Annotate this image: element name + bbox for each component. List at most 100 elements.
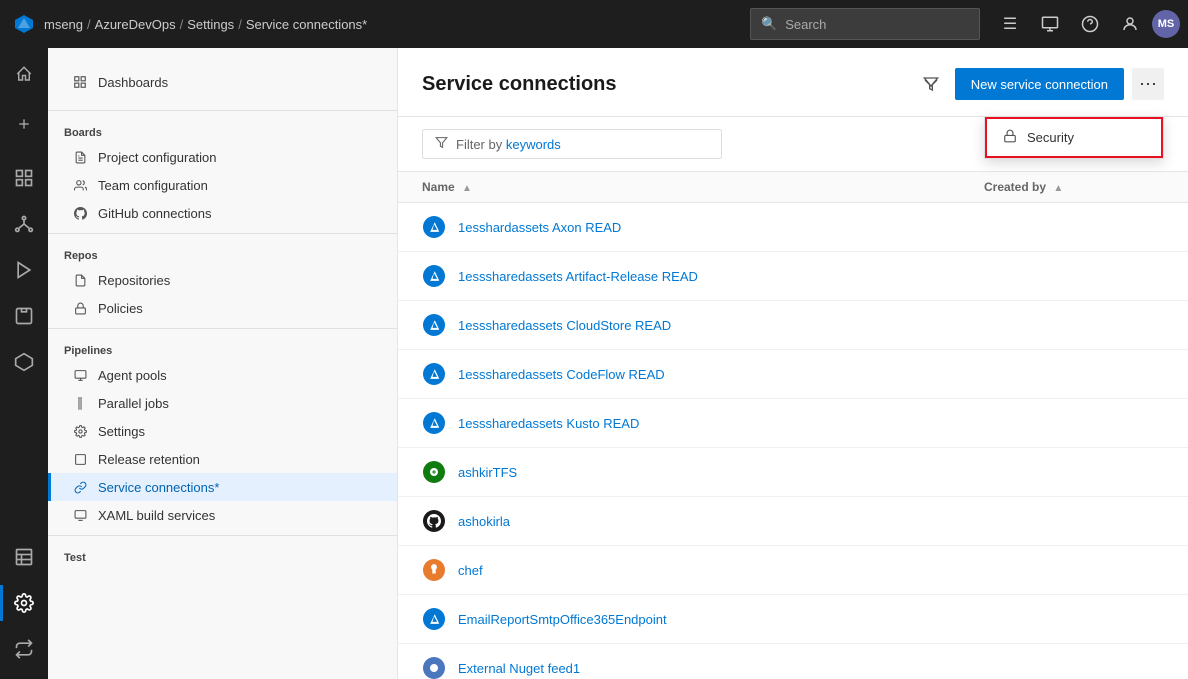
table-header: Name ▲ Created by ▲	[398, 172, 1188, 203]
conn-icon-5	[422, 460, 446, 484]
agent-pools-label: Agent pools	[98, 368, 167, 383]
conn-item-4[interactable]: 1esssharedassets Kusto READ	[398, 399, 1188, 448]
filter-button[interactable]	[915, 68, 947, 100]
connection-list: 1esshardassets Axon READ 1esssharedasset…	[398, 203, 1188, 679]
filter-input[interactable]: Filter by keywords	[422, 129, 722, 159]
sidebar-item-service-connections[interactable]: Service connections*	[48, 473, 397, 501]
help-icon[interactable]	[1072, 6, 1108, 42]
rail-boards[interactable]	[0, 156, 48, 200]
rail-settings[interactable]	[0, 581, 48, 625]
page-title: Service connections	[422, 73, 617, 96]
sidebar-item-project-configuration[interactable]: Project configuration	[48, 143, 397, 171]
app-logo[interactable]	[8, 0, 40, 48]
sidebar-divider-3	[48, 535, 397, 536]
lock-icon	[1003, 129, 1017, 146]
rail-home[interactable]	[0, 52, 48, 96]
conn-item-9[interactable]: External Nuget feed1	[398, 644, 1188, 679]
sidebar-item-settings[interactable]: Settings	[48, 417, 397, 445]
breadcrumb-azuredevops[interactable]: AzureDevOps	[95, 17, 176, 32]
project-configuration-label: Project configuration	[98, 150, 217, 165]
conn-name-2: 1esssharedassets CloudStore READ	[458, 318, 1164, 333]
dashboards-icon	[72, 74, 88, 90]
conn-item-5[interactable]: ashkirTFS	[398, 448, 1188, 497]
policies-icon	[72, 300, 88, 316]
new-service-connection-button[interactable]: New service connection	[955, 68, 1124, 100]
rail-reports[interactable]	[0, 535, 48, 579]
rail-pipelines[interactable]	[0, 248, 48, 292]
parallel-jobs-label: Parallel jobs	[98, 396, 169, 411]
pipelines-section-title: Pipelines	[48, 335, 397, 361]
sidebar-item-release-retention[interactable]: Release retention	[48, 445, 397, 473]
search-placeholder-text: Search	[785, 17, 826, 32]
conn-icon-4	[422, 411, 446, 435]
repositories-label: Repositories	[98, 273, 170, 288]
repos-icon	[72, 272, 88, 288]
search-bar[interactable]: 🔍 Search	[750, 8, 980, 40]
breadcrumb-service-connections[interactable]: Service connections*	[246, 17, 367, 32]
conn-name-6: ashokirla	[458, 514, 1164, 529]
conn-item-6[interactable]: ashokirla	[398, 497, 1188, 546]
conn-name-1: 1esssharedassets Artifact-Release READ	[458, 269, 1164, 284]
main-content: Service connections New service connecti…	[398, 48, 1188, 679]
conn-item-1[interactable]: 1esssharedassets Artifact-Release READ	[398, 252, 1188, 301]
pipelines-rail-icon	[13, 259, 35, 281]
sidebar-item-github-connections[interactable]: GitHub connections	[48, 199, 397, 227]
sidebar-divider-1	[48, 233, 397, 234]
agent-pools-icon	[72, 367, 88, 383]
settings-label: Settings	[98, 424, 145, 439]
sidebar-divider-top	[48, 110, 397, 111]
artifacts-rail-icon	[13, 351, 35, 373]
conn-name-5: ashkirTFS	[458, 465, 1164, 480]
parallel-jobs-icon: ∥	[72, 395, 88, 411]
breadcrumb-mseng[interactable]: mseng	[44, 17, 83, 32]
security-menu-item[interactable]: Security	[985, 117, 1163, 158]
notifications-icon[interactable]: ☰	[992, 6, 1028, 42]
conn-icon-6	[422, 509, 446, 533]
topbar: mseng / AzureDevOps / Settings / Service…	[0, 0, 1188, 48]
sidebar-item-dashboards[interactable]: Dashboards	[64, 68, 381, 96]
header-actions: New service connection ⋯	[915, 68, 1164, 100]
conn-item-2[interactable]: 1esssharedassets CloudStore READ	[398, 301, 1188, 350]
reports-rail-icon	[13, 546, 35, 568]
conn-name-8: EmailReportSmtpOffice365Endpoint	[458, 612, 1164, 627]
security-label: Security	[1027, 130, 1074, 145]
sidebar-item-team-configuration[interactable]: Team configuration	[48, 171, 397, 199]
layout: Dashboards Boards Project configuration	[0, 48, 1188, 679]
rail-add[interactable]	[0, 102, 48, 146]
avatar[interactable]: MS	[1152, 10, 1180, 38]
test-section-title: Test	[48, 542, 397, 568]
conn-item-8[interactable]: EmailReportSmtpOffice365Endpoint	[398, 595, 1188, 644]
sidebar-dashboards-label: Dashboards	[98, 75, 168, 90]
rail-testplans[interactable]	[0, 294, 48, 338]
breadcrumb-settings[interactable]: Settings	[187, 17, 234, 32]
more-options-button[interactable]: ⋯	[1132, 68, 1164, 100]
conn-icon-9	[422, 656, 446, 679]
conn-item-0[interactable]: 1esshardassets Axon READ	[398, 203, 1188, 252]
team-configuration-label: Team configuration	[98, 178, 208, 193]
team-config-icon	[72, 177, 88, 193]
testplans-rail-icon	[13, 305, 35, 327]
sidebar-item-parallel-jobs[interactable]: ∥ Parallel jobs	[48, 389, 397, 417]
service-connections-label: Service connections*	[98, 480, 219, 495]
sidebar-item-policies[interactable]: Policies	[48, 294, 397, 322]
policies-label: Policies	[98, 301, 143, 316]
basket-icon[interactable]	[1032, 6, 1068, 42]
rail-bottom[interactable]	[0, 627, 48, 671]
rail-repos[interactable]	[0, 202, 48, 246]
rail-artifacts[interactable]	[0, 340, 48, 384]
sidebar-item-repositories[interactable]: Repositories	[48, 266, 397, 294]
sidebar-divider-2	[48, 328, 397, 329]
conn-name-7: chef	[458, 563, 1164, 578]
conn-item-3[interactable]: 1esssharedassets CodeFlow READ	[398, 350, 1188, 399]
sidebar-item-xaml-build[interactable]: XAML build services	[48, 501, 397, 529]
release-retention-icon	[72, 451, 88, 467]
sidebar-item-agent-pools[interactable]: Agent pools	[48, 361, 397, 389]
repos-rail-icon	[13, 213, 35, 235]
repos-section-title: Repos	[48, 240, 397, 266]
breadcrumb: mseng / AzureDevOps / Settings / Service…	[44, 17, 746, 32]
release-retention-label: Release retention	[98, 452, 200, 467]
main-header: Service connections New service connecti…	[398, 48, 1188, 117]
conn-item-7[interactable]: chef	[398, 546, 1188, 595]
settings-rail-icon	[13, 592, 35, 614]
user-icon[interactable]	[1112, 6, 1148, 42]
